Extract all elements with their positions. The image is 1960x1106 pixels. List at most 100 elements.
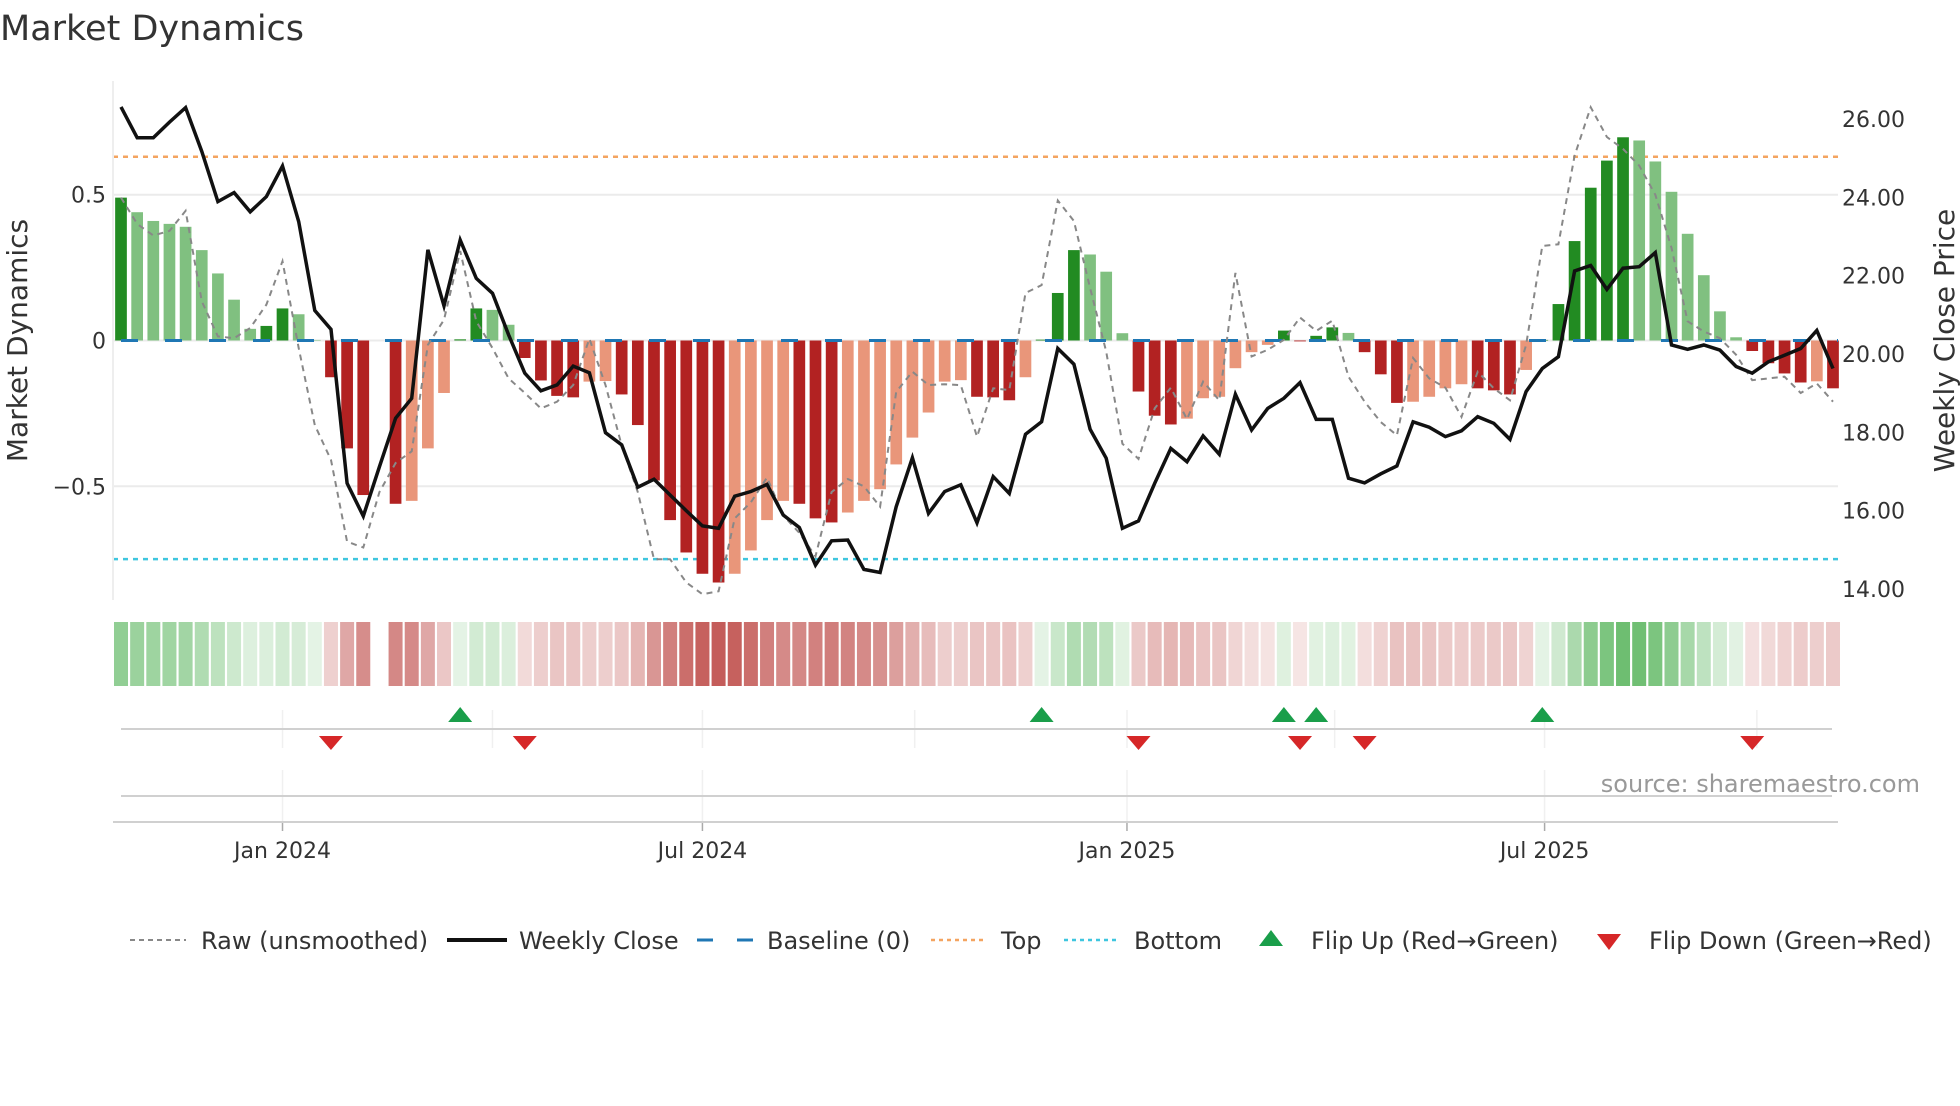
heat-cell [1470,622,1485,686]
x-tick-label: Jul 2025 [1498,839,1590,864]
heat-cell [114,622,128,686]
legend-item-flip-down: Flip Down (Green→Red) [1597,927,1932,955]
bar-red-strong [825,340,838,523]
bar-red-weak [1197,340,1209,399]
bar-green-strong [1051,292,1064,341]
heat-cell [259,622,274,686]
heat-cell [323,622,338,686]
heat-cell [437,622,452,686]
flip-markers [121,707,1832,750]
bar-red-weak [777,340,790,501]
heat-cell [291,622,306,686]
bar-green-weak [1342,332,1355,341]
flip-down-marker [1126,736,1151,750]
heat-cell [1809,622,1824,686]
heat-cell [1179,622,1194,686]
heat-cell [1422,622,1437,686]
heat-cell [695,622,710,686]
heat-cell [1438,622,1453,686]
bar-red-weak [745,340,757,551]
bar-green-weak [212,273,224,341]
bar-red-strong [648,340,660,481]
flip-up-marker [448,707,473,722]
left-axis-title: Market Dynamics [1,219,34,462]
heat-cell [1696,622,1711,686]
bar-green-strong [1326,327,1339,341]
heat-cell [1519,622,1534,686]
dynamics-bars [115,137,1839,583]
bar-red-weak [1520,340,1532,370]
right-tick-label: 18.00 [1842,421,1905,446]
bar-red-weak [922,340,935,413]
flip-up-marker [1530,707,1555,722]
bar-red-strong [1471,340,1484,389]
bar-red-strong [535,340,547,381]
heat-cell [533,622,548,686]
heat-cell [598,622,613,686]
heat-cell [792,622,807,686]
heat-cell [1212,622,1227,686]
bar-green-weak [179,226,192,341]
right-tick-label: 14.00 [1842,578,1905,603]
bar-red-weak [874,340,886,490]
heat-cell [1745,622,1760,686]
bar-red-weak [1019,340,1032,378]
bar-green-strong [470,308,483,341]
heat-cell [210,622,225,686]
bar-green-weak [1116,333,1129,341]
heat-cell [404,622,419,686]
heat-cell [1002,622,1017,686]
heat-cell [1309,622,1324,686]
heat-cell [937,622,952,686]
legend-label: Weekly Close [519,927,679,955]
heat-cell [1535,622,1550,686]
heat-cell [307,622,322,686]
heat-cell [1502,622,1517,686]
bar-red-weak [1213,340,1226,397]
right-axis-title: Weekly Close Price [1928,209,1960,472]
bar-red-strong [1504,340,1516,395]
market-dynamics-chart: Market Dynamics 0.5 0 −0.5 26.00 24.00 22.00 2… [0,9,1960,955]
flip-down-marker [512,736,537,750]
heat-cell [646,622,661,686]
x-tick-label: Jan 2025 [1077,839,1176,864]
legend-item-raw: Raw (unsmoothed) [130,927,428,955]
heat-cell [340,622,355,686]
heat-cell [1083,622,1098,686]
heat-cell [517,622,532,686]
heat-cell [1826,622,1840,686]
heat-cell [1163,622,1178,686]
heat-cell [905,622,920,686]
heat-cell [1034,622,1049,686]
bar-red-weak [1407,340,1419,402]
bar-red-weak [1423,340,1436,397]
bar-red-strong [971,340,983,397]
bar-green-weak [228,299,240,341]
heat-cell [1729,622,1744,686]
heat-cell [1050,622,1065,686]
heat-cell [388,622,403,686]
x-tick-label: Jan 2024 [232,839,331,864]
bar-green-weak [131,212,144,341]
heat-cell [776,622,791,686]
heat-cell [1131,622,1146,686]
heat-cell [275,622,290,686]
x-axis: Jan 2024 Jul 2024 Jan 2025 Jul 2025 [113,770,1838,864]
legend: Raw (unsmoothed) Weekly Close Baseline (0)… [130,927,1932,955]
heat-cell [566,622,581,686]
right-tick-label: 16.00 [1842,500,1905,525]
heat-cell [501,622,516,686]
bar-red-strong [712,340,725,583]
heat-cell [356,622,371,686]
bar-red-strong [1164,340,1177,425]
heat-cell [1196,622,1211,686]
bar-green-weak [163,223,176,341]
heat-cell [1761,622,1776,686]
heat-cell [194,622,209,686]
heat-cell [1777,622,1792,686]
bar-red-strong [1746,340,1759,351]
legend-label: Top [1000,927,1042,955]
legend-flip-up-icon [1259,930,1283,946]
bar-green-weak [1730,337,1742,341]
heat-cell [485,622,500,686]
